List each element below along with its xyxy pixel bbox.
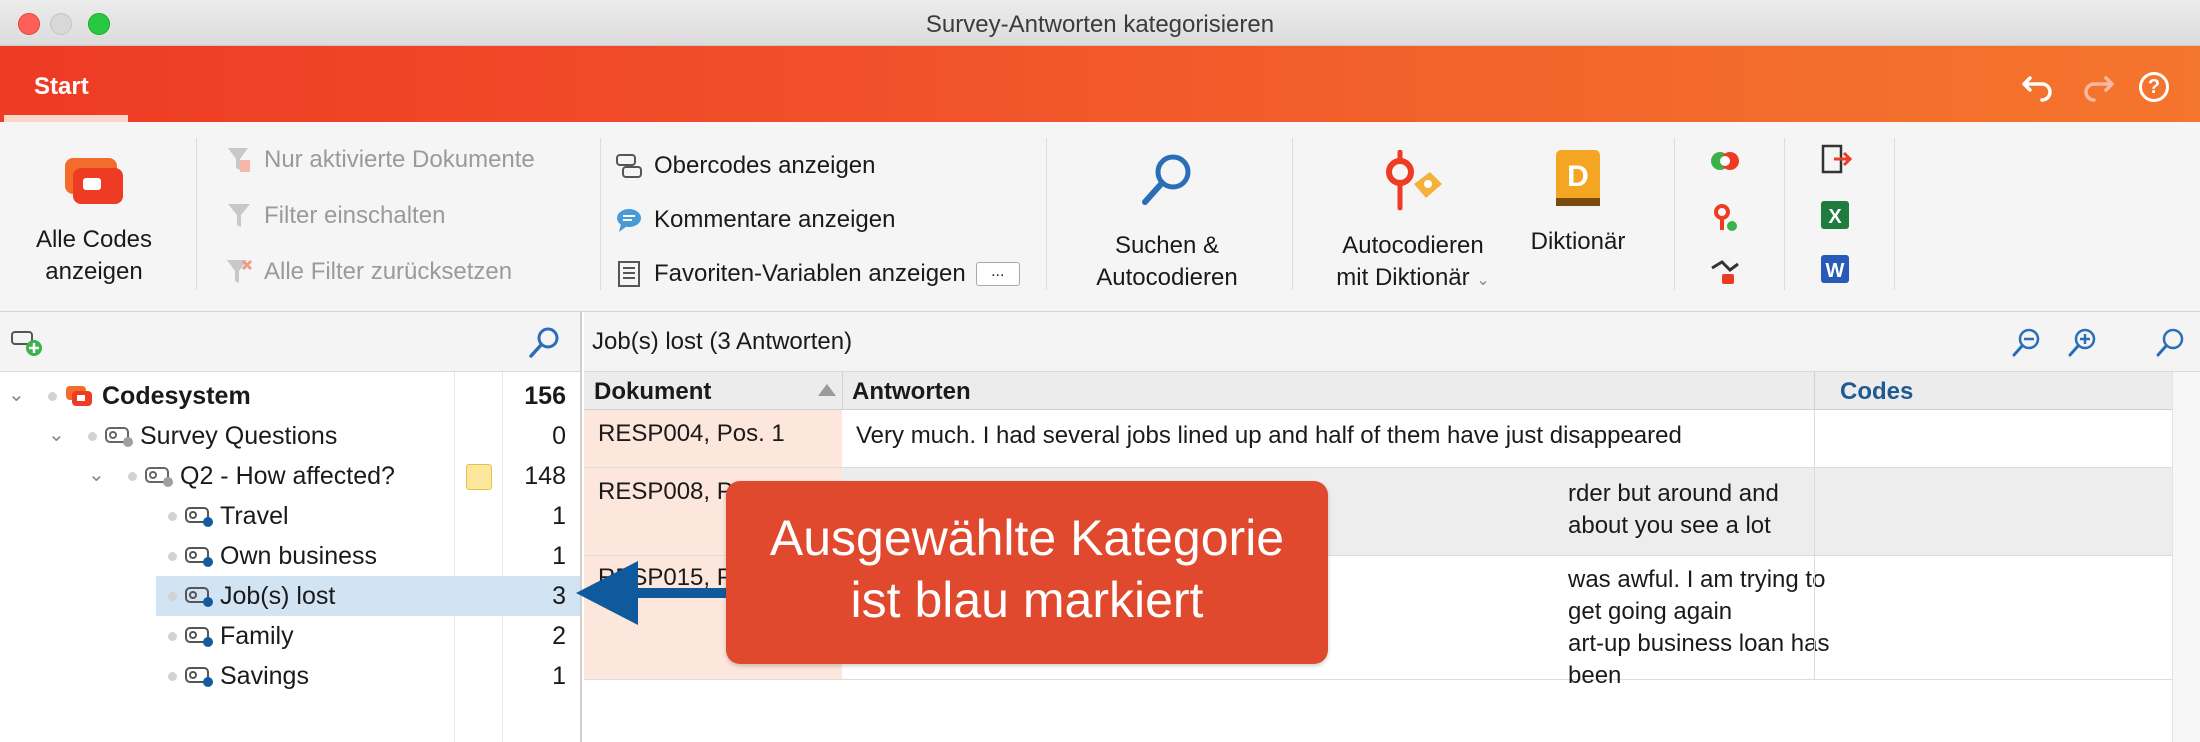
callout-arrow <box>576 561 738 625</box>
segment-view-toolbar: Job(s) lost (3 Antworten) <box>584 312 2200 372</box>
undo-icon[interactable] <box>2020 66 2056 102</box>
ribbon-toolbar: Alle Codes anzeigen Nur aktivierte Dokum… <box>0 122 2200 312</box>
reset-filters-button[interactable]: Alle Filter zurücksetzen <box>224 252 512 292</box>
search-autocode-button[interactable]: Suchen & Autocodieren <box>1070 150 1264 294</box>
code-chart-icon[interactable] <box>1708 254 1742 288</box>
svg-text:X: X <box>1828 206 1842 228</box>
answer-cell[interactable]: Very much. I had several jobs lined up a… <box>842 410 1814 467</box>
excel-icon[interactable]: X <box>1818 198 1852 232</box>
chevron-down-icon[interactable]: ⌄ <box>8 382 25 407</box>
show-parent-codes-button[interactable]: Obercodes anzeigen <box>614 146 875 186</box>
code-icon <box>185 547 213 567</box>
table-header: Dokument Antworten Codes <box>584 372 2172 410</box>
parent-codes-icon <box>614 152 644 180</box>
column-header-codes[interactable]: Codes <box>1840 378 1913 406</box>
autocode-dictionary-icon <box>1386 150 1442 211</box>
filter-on-button[interactable]: Filter einschalten <box>224 196 445 236</box>
chevron-down-icon[interactable]: ⌄ <box>88 462 105 487</box>
code-icon <box>185 627 213 647</box>
tree-item-codesystem[interactable]: ⌄ Codesystem 156 <box>0 376 580 416</box>
segment-view-title: Job(s) lost (3 Antworten) <box>592 328 853 355</box>
search-segments-icon[interactable] <box>2154 326 2186 358</box>
tree-item-savings[interactable]: Savings 1 <box>0 656 580 696</box>
column-header-document[interactable]: Dokument <box>594 378 711 406</box>
all-codes-button[interactable]: Alle Codes anzeigen <box>14 146 174 288</box>
favorite-vars-more-button[interactable]: ... <box>975 262 1020 286</box>
redo-icon[interactable] <box>2080 66 2116 102</box>
show-comments-button[interactable]: Kommentare anzeigen <box>614 200 895 240</box>
ribbon-tab-bar: Start ? <box>0 46 2200 122</box>
dictionary-button[interactable]: D Diktionär <box>1520 146 1636 258</box>
filter-doc-icon <box>224 146 254 174</box>
table-row[interactable]: RESP004, Pos. 1 Very much. I had several… <box>584 410 2172 468</box>
chevron-down-icon[interactable]: ⌄ <box>1476 272 1489 289</box>
memo-icon[interactable] <box>466 464 492 490</box>
document-cell[interactable]: RESP004, Pos. 1 <box>584 410 842 467</box>
tree-item-travel[interactable]: Travel 1 <box>0 496 580 536</box>
vertical-scrollbar[interactable] <box>2172 372 2200 742</box>
zoom-in-icon[interactable] <box>2066 326 2098 358</box>
chevron-down-icon[interactable]: ⌄ <box>48 422 65 447</box>
codes-folder-icon <box>65 158 123 204</box>
code-color-icon[interactable] <box>1708 200 1742 234</box>
dictionary-book-icon: D <box>1556 150 1600 206</box>
tab-start[interactable]: Start <box>0 46 128 122</box>
help-icon[interactable]: ? <box>2136 66 2172 102</box>
code-icon <box>185 507 213 527</box>
search-icon <box>1142 154 1191 205</box>
zoom-out-icon[interactable] <box>2010 326 2042 358</box>
word-icon[interactable]: W <box>1818 252 1852 286</box>
autocode-dictionary-button[interactable]: Autocodieren mit Diktionär ⌄ <box>1318 150 1508 297</box>
filter-reset-icon <box>224 258 254 286</box>
code-icon <box>185 587 213 607</box>
sort-ascending-icon[interactable] <box>818 384 836 396</box>
only-active-docs-button[interactable]: Nur aktivierte Dokumente <box>224 140 535 180</box>
code-icon <box>145 467 173 487</box>
svg-text:W: W <box>1826 260 1845 282</box>
comment-icon <box>614 206 644 234</box>
tree-item-survey-questions[interactable]: ⌄ Survey Questions 0 <box>0 416 580 456</box>
code-system-toolbar <box>0 312 580 372</box>
tree-item-own-business[interactable]: Own business 1 <box>0 536 580 576</box>
export-icon[interactable] <box>1818 142 1852 176</box>
tree-item-jobs-lost[interactable]: Job(s) lost 3 <box>0 576 580 616</box>
tree-item-q2[interactable]: ⌄ Q2 - How affected? 148 <box>0 456 580 496</box>
codes-cell[interactable] <box>1814 468 2172 555</box>
search-codes-icon[interactable] <box>526 324 562 360</box>
column-header-answers[interactable]: Antworten <box>852 378 971 406</box>
window-title: Survey-Antworten kategorisieren <box>925 11 1275 38</box>
svg-text:D: D <box>1567 160 1589 193</box>
annotation-callout: Ausgewählte Kategorie ist blau markiert <box>726 481 1328 664</box>
list-icon <box>614 260 644 288</box>
filter-icon <box>224 202 254 230</box>
codes-cell[interactable] <box>1814 410 2172 467</box>
show-favorite-vars-button[interactable]: Favoriten-Variablen anzeigen ... <box>614 254 1020 294</box>
code-system-pane: ⌄ Codesystem 156 ⌄ Survey Questions 0 ⌄ … <box>0 312 582 742</box>
new-code-icon[interactable] <box>10 328 46 358</box>
toggle-codes-icon[interactable] <box>1708 144 1742 178</box>
code-icon <box>185 667 213 687</box>
tree-item-family[interactable]: Family 2 <box>0 616 580 656</box>
code-icon <box>105 427 133 447</box>
codes-cell[interactable] <box>1814 556 2172 679</box>
codesystem-icon <box>66 386 92 406</box>
title-bar: Survey-Antworten kategorisieren <box>0 0 2200 46</box>
